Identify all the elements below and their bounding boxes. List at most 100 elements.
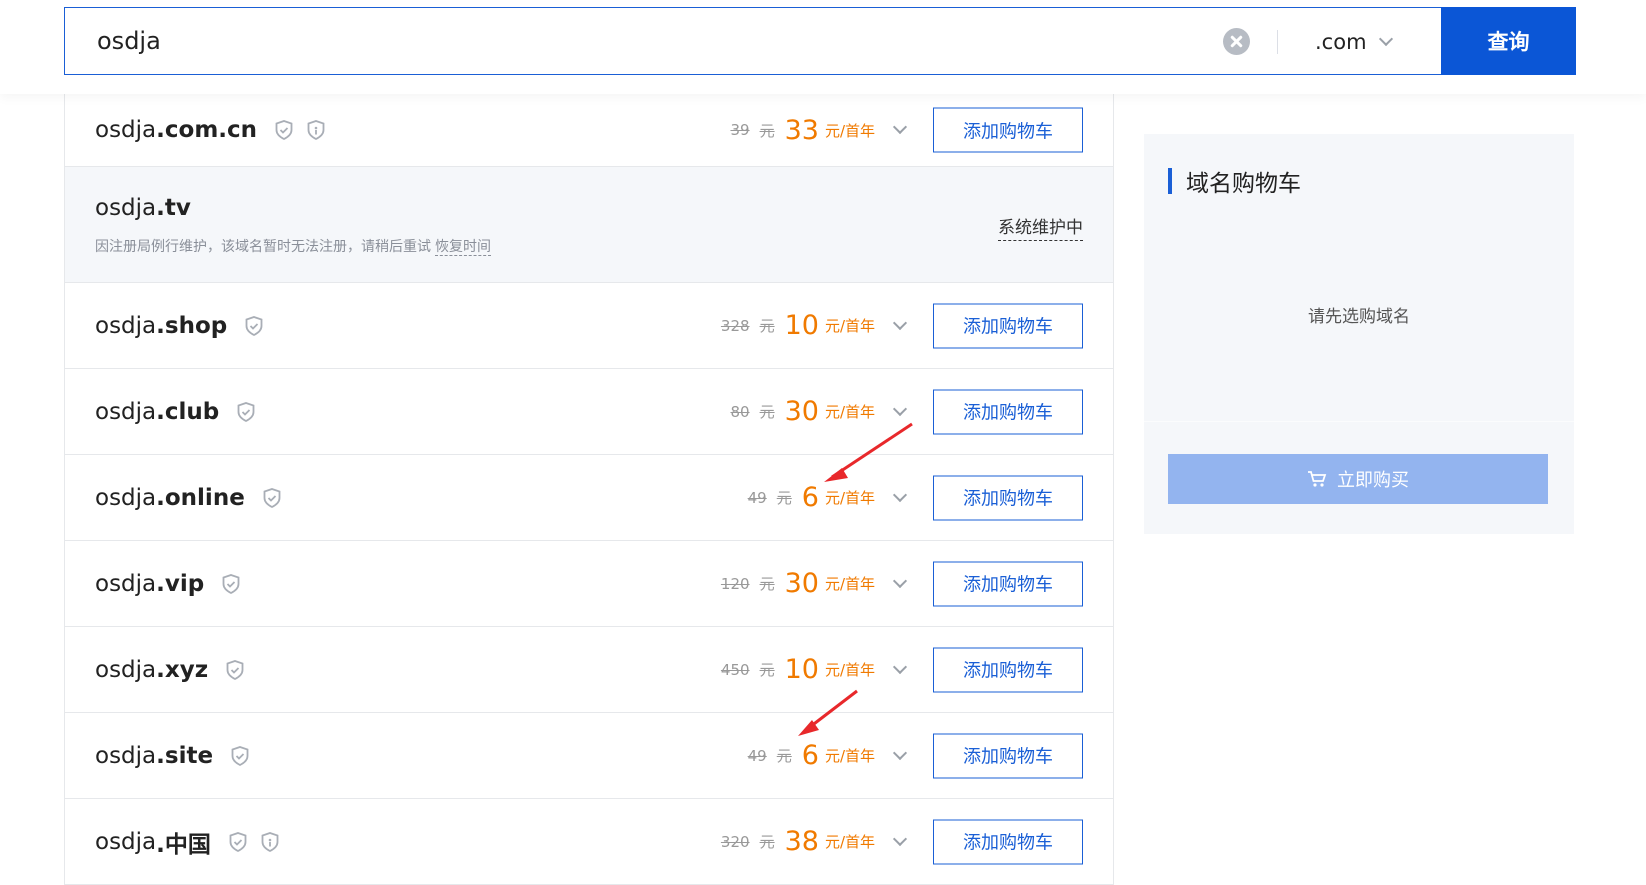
shield-check-icon[interactable] [237, 401, 255, 422]
add-to-cart-button[interactable]: 添加购物车 [933, 303, 1083, 348]
current-price: 6 [801, 482, 819, 513]
price-area: 80 元 30 元/首年 [730, 369, 908, 454]
buy-now-label: 立即购买 [1337, 470, 1409, 491]
add-to-cart-button[interactable]: 添加购物车 [933, 647, 1083, 692]
chevron-down-icon [1378, 31, 1393, 47]
shield-check-icon[interactable] [231, 745, 249, 766]
chevron-down-icon[interactable] [892, 487, 908, 502]
chevron-down-icon[interactable] [892, 831, 908, 846]
domain-sld: osdja [95, 570, 157, 597]
domain-name: osdja .shop [95, 283, 263, 368]
recovery-time-link[interactable]: 恢复时间 [435, 239, 491, 256]
price-area: 49 元 6 元/首年 [747, 713, 908, 798]
domain-row: osdja .site 49 元 6 元/首年 添加购物车 [65, 713, 1113, 799]
original-price: 328 [720, 316, 750, 335]
cart-empty-text: 请先选购域名 [1308, 307, 1410, 327]
chevron-down-icon[interactable] [892, 573, 908, 588]
chevron-down-icon[interactable] [892, 745, 908, 760]
original-price-unit: 元 [759, 833, 775, 851]
current-price: 10 [784, 310, 819, 341]
domain-cart-panel: 域名购物车 请先选购域名 立即购买 [1144, 134, 1574, 534]
shield-check-icon[interactable] [222, 573, 240, 594]
domain-row: osdja .shop 328 元 10 元/首年 添加购物车 [65, 283, 1113, 369]
price-unit: 元/首年 [824, 121, 875, 140]
original-price: 450 [720, 660, 750, 679]
price-area: 120 元 30 元/首年 [720, 541, 908, 626]
price-unit: 元/首年 [824, 317, 875, 335]
clear-icon[interactable] [1223, 28, 1250, 55]
price-area: 328 元 10 元/首年 [720, 283, 908, 368]
original-price-unit: 元 [759, 403, 775, 421]
domain-row: osdja .vip 120 元 30 元/首年 添加购物车 [65, 541, 1113, 627]
domain-name: osdja .site [95, 713, 249, 798]
domain-tld: .online [156, 484, 245, 511]
domain-sld: osdja [95, 398, 157, 425]
add-to-cart-button[interactable]: 添加购物车 [933, 561, 1083, 606]
add-to-cart-button[interactable]: 添加购物车 [933, 819, 1083, 864]
shield-check-icon[interactable] [226, 659, 244, 680]
original-price: 49 [747, 488, 767, 507]
divider [1277, 30, 1278, 54]
original-price: 80 [730, 402, 750, 421]
add-to-cart-button[interactable]: 添加购物车 [933, 733, 1083, 778]
domain-sld: osdja [95, 195, 157, 221]
maintenance-note: 因注册局例行维护，该域名暂时无法注册，请稍后重试 恢复时间 [95, 236, 491, 256]
shield-check-icon[interactable] [275, 120, 293, 140]
domain-tld: .com.cn [156, 117, 258, 143]
current-price: 10 [784, 654, 819, 685]
domain-name: osdja .xyz [95, 627, 244, 712]
domain-sld: osdja [95, 656, 157, 683]
price-unit: 元/首年 [824, 833, 875, 851]
shield-info-icon[interactable] [307, 120, 325, 140]
price-unit: 元/首年 [824, 747, 875, 765]
domain-tld: .中国 [156, 831, 211, 858]
maintenance-status[interactable]: 系统维护中 [998, 213, 1083, 241]
domain-tld: .club [156, 398, 220, 425]
maintenance-note-text: 因注册局例行维护，该域名暂时无法注册，请稍后重试 [95, 239, 431, 255]
tld-select[interactable]: .com [1315, 23, 1393, 61]
domain-tld: .shop [156, 312, 228, 339]
domain-sld: osdja [95, 828, 157, 855]
original-price: 49 [747, 746, 767, 765]
chevron-down-icon[interactable] [892, 659, 908, 674]
price-area: 39 元 33 元/首年 [730, 94, 908, 166]
cart-title-accent [1168, 168, 1172, 194]
price-unit: 元/首年 [824, 489, 875, 507]
original-price: 39 [730, 121, 750, 139]
buy-now-button[interactable]: 立即购买 [1168, 454, 1548, 504]
price-unit: 元/首年 [824, 661, 875, 679]
domain-tld: .vip [156, 570, 205, 597]
search-box: .com 查询 [64, 7, 1576, 75]
domain-name: osdja .vip [95, 541, 240, 626]
original-price-unit: 元 [759, 661, 775, 679]
domain-sld: osdja [95, 484, 157, 511]
domain-name: osdja .online [95, 455, 281, 540]
original-price-unit: 元 [776, 489, 792, 507]
cart-header: 域名购物车 [1168, 164, 1301, 198]
domain-row-maintenance: osdja .tv 因注册局例行维护，该域名暂时无法注册，请稍后重试 恢复时间 系统… [65, 167, 1113, 283]
domain-sld: osdja [95, 742, 157, 769]
shield-check-icon[interactable] [245, 315, 263, 336]
domain-name: osdja .com.cn [95, 94, 325, 166]
search-bar-area: .com 查询 [0, 0, 1646, 94]
domain-tld: .xyz [156, 656, 209, 683]
domain-row: osdja .中国 320 元 38 元/首年 添加购物车 [65, 799, 1113, 885]
original-price-unit: 元 [759, 575, 775, 593]
chevron-down-icon[interactable] [892, 119, 908, 135]
divider [1144, 421, 1574, 422]
price-area: 450 元 10 元/首年 [720, 627, 908, 712]
add-to-cart-button[interactable]: 添加购物车 [933, 475, 1083, 520]
shield-check-icon[interactable] [263, 487, 281, 508]
original-price: 120 [720, 574, 750, 593]
shield-info-icon[interactable] [261, 831, 279, 852]
cart-title: 域名购物车 [1186, 171, 1301, 197]
original-price: 320 [720, 832, 750, 851]
cart-icon [1308, 471, 1327, 487]
domain-name: osdja .tv [95, 195, 191, 221]
chevron-down-icon[interactable] [892, 401, 908, 416]
add-to-cart-button[interactable]: 添加购物车 [933, 107, 1083, 153]
shield-check-icon[interactable] [229, 831, 247, 852]
query-button[interactable]: 查询 [1441, 7, 1576, 75]
add-to-cart-button[interactable]: 添加购物车 [933, 389, 1083, 434]
chevron-down-icon[interactable] [892, 315, 908, 330]
